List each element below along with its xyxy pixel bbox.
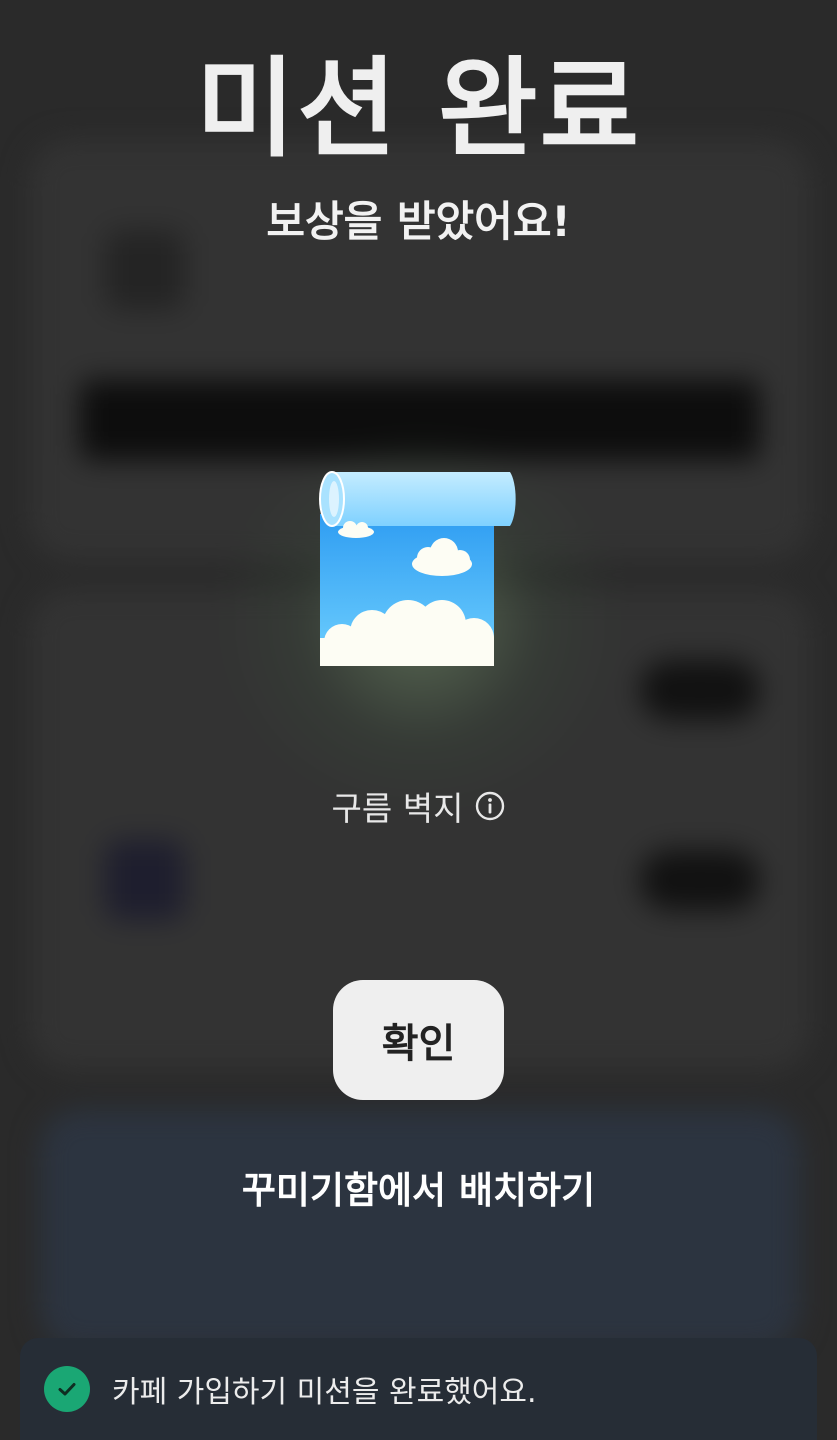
bg-pill bbox=[640, 660, 760, 720]
mission-complete-title: 미션 완료 bbox=[195, 47, 642, 172]
toast-notification: 카페 가입하기 미션을 완료했어요. bbox=[20, 1338, 817, 1440]
bg-thumbnail bbox=[105, 840, 185, 920]
reward-subtitle: 보상을 받았어요! bbox=[266, 197, 571, 246]
bg-card bbox=[40, 1110, 800, 1350]
confirm-button[interactable]: 확인 bbox=[333, 980, 504, 1100]
info-icon[interactable] bbox=[475, 791, 505, 821]
cloud-wallpaper-image bbox=[310, 466, 530, 672]
bg-pill bbox=[640, 850, 760, 910]
toast-message: 카페 가입하기 미션을 완료했어요. bbox=[112, 1375, 537, 1410]
decorate-link[interactable]: 꾸미기함에서 배치하기 bbox=[0, 1160, 837, 1214]
check-circle-icon bbox=[44, 1366, 90, 1412]
reward-name: 구름 벽지 bbox=[331, 789, 464, 828]
reward-name-row: 구름 벽지 bbox=[0, 782, 837, 830]
